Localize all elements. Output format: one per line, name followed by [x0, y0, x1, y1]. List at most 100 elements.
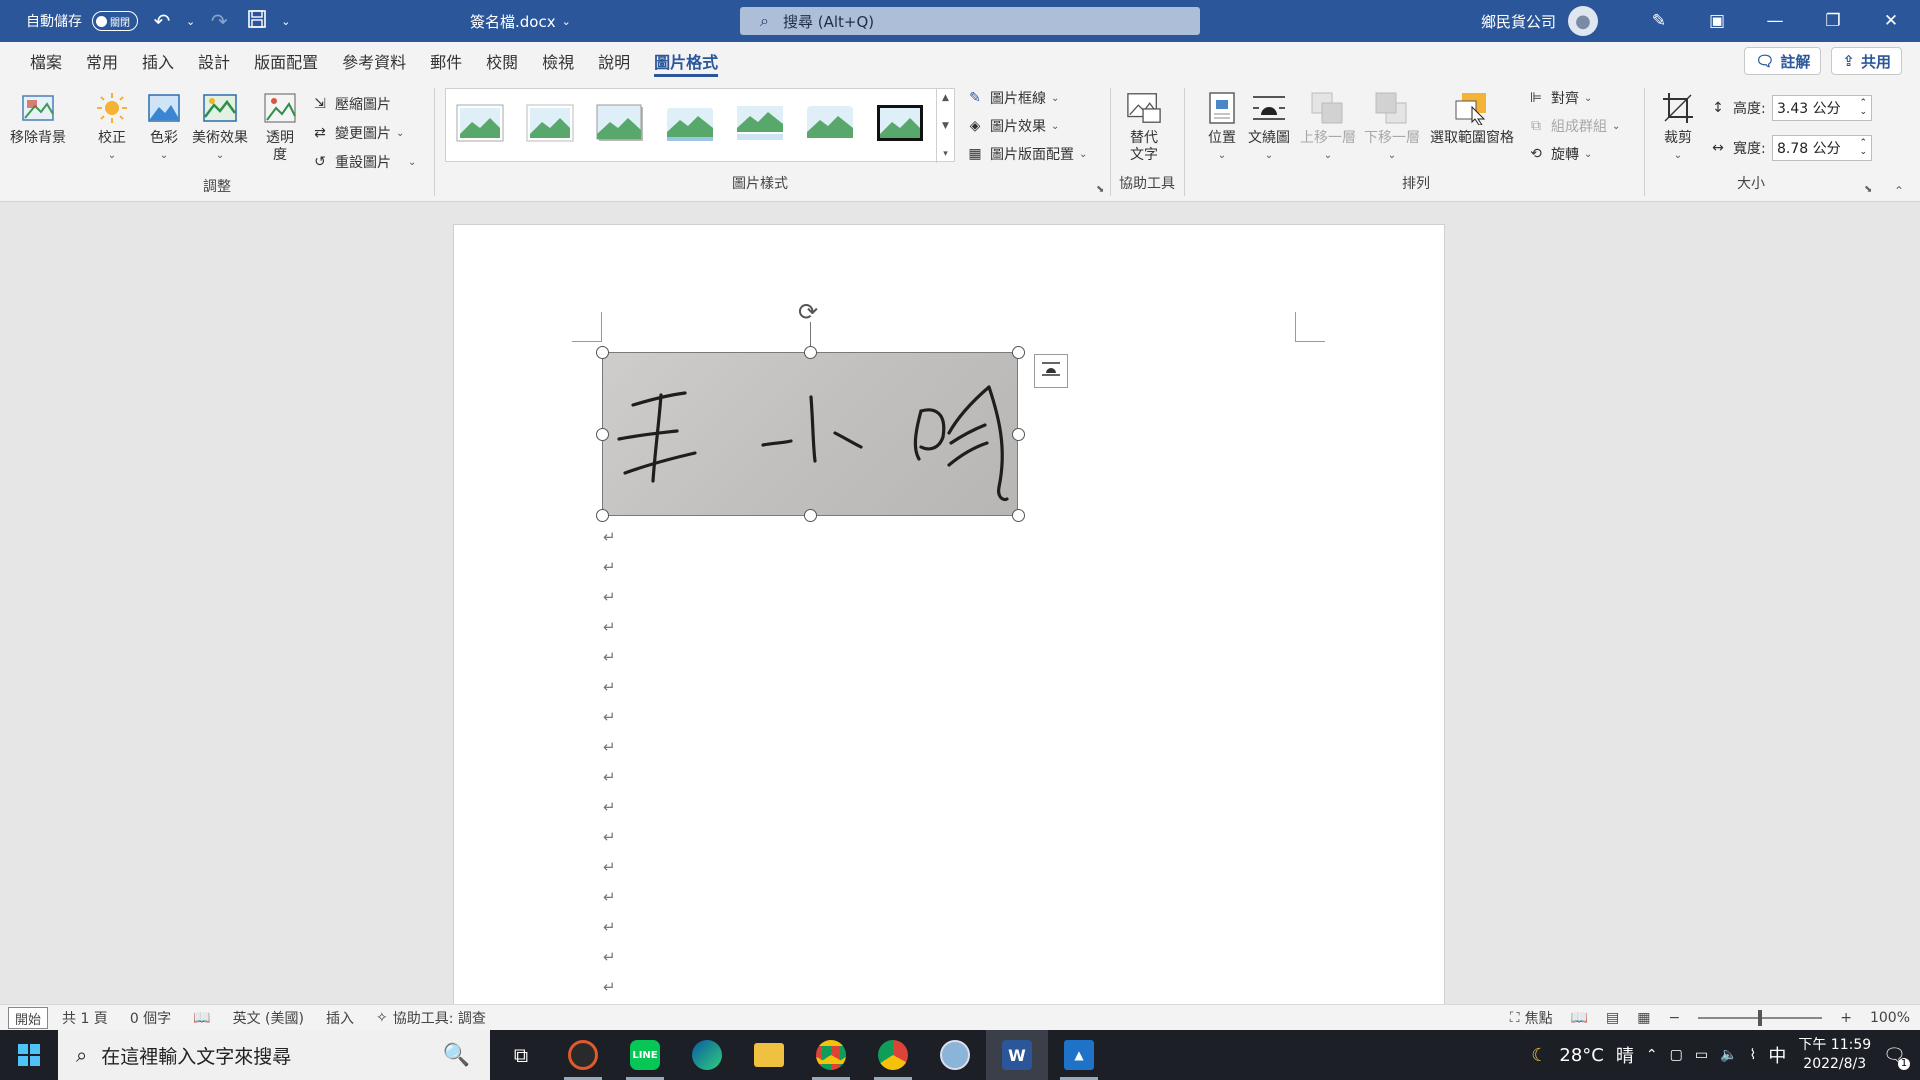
- tab-help[interactable]: 說明: [586, 42, 642, 80]
- signature-image[interactable]: [602, 352, 1018, 516]
- tab-picture-format[interactable]: 圖片格式: [642, 42, 730, 80]
- dialog-launcher-icon[interactable]: ⬊: [1864, 184, 1872, 195]
- tab-design[interactable]: 設計: [186, 42, 242, 80]
- height-field[interactable]: 3.43 公分 ⌃ ⌄: [1772, 95, 1872, 121]
- zoom-out-button[interactable]: −: [1669, 1010, 1681, 1026]
- resize-handle-right[interactable]: [1012, 428, 1025, 441]
- transparency-button[interactable]: 透明 度: [262, 90, 298, 164]
- corrections-button[interactable]: 校正 ⌄: [94, 90, 130, 164]
- bring-forward-button[interactable]: 上移一層 ⌄: [1300, 90, 1356, 164]
- customize-qat-icon[interactable]: ⌄: [281, 15, 290, 28]
- insert-mode[interactable]: 插入: [326, 1008, 354, 1028]
- taskbar-app-file-explorer[interactable]: [738, 1030, 800, 1080]
- picture-border-button[interactable]: ✎ 圖片框線 ⌄: [965, 86, 1059, 110]
- send-backward-button[interactable]: 下移一層 ⌄: [1364, 90, 1420, 164]
- resize-handle-bottom[interactable]: [804, 509, 817, 522]
- undo-icon[interactable]: ↶: [148, 9, 176, 33]
- zoom-in-button[interactable]: +: [1840, 1010, 1852, 1026]
- style-thumb-thick-black[interactable]: [874, 101, 926, 145]
- volume-icon[interactable]: 🔈: [1720, 1047, 1737, 1063]
- tab-home[interactable]: 常用: [74, 42, 130, 80]
- style-thumb-reflected[interactable]: [734, 101, 786, 145]
- collapse-ribbon-icon[interactable]: ⌃: [1894, 184, 1904, 198]
- spinner-icon[interactable]: ⌃ ⌄: [1859, 139, 1867, 157]
- minimize-button[interactable]: —: [1746, 0, 1804, 42]
- dialog-launcher-icon[interactable]: ⬊: [1096, 184, 1104, 195]
- tab-review[interactable]: 校閱: [474, 42, 530, 80]
- weather-text[interactable]: 晴: [1616, 1042, 1634, 1068]
- reset-picture-button[interactable]: ↺ 重設圖片 ⌄: [310, 150, 416, 174]
- artistic-effects-button[interactable]: 美術效果 ⌄: [192, 90, 248, 164]
- chevron-down-icon[interactable]: ▼: [942, 121, 949, 131]
- tab-view[interactable]: 檢視: [530, 42, 586, 80]
- avatar[interactable]: ●: [1568, 6, 1598, 36]
- alt-text-button[interactable]: 替代 文字: [1126, 90, 1162, 164]
- layout-options-button[interactable]: [1034, 354, 1068, 388]
- picture-styles-gallery[interactable]: ▲ ▼ ▾: [445, 88, 955, 163]
- ribbon-display-icon[interactable]: ▣: [1688, 0, 1746, 42]
- print-layout-icon[interactable]: ▤: [1606, 1010, 1619, 1026]
- search-box[interactable]: ⌕ 搜尋 (Alt+Q): [740, 7, 1200, 35]
- taskbar-app-word[interactable]: W: [986, 1030, 1048, 1080]
- crop-button[interactable]: 裁剪 ⌄: [1660, 90, 1696, 164]
- resize-handle-top-right[interactable]: [1012, 346, 1025, 359]
- accessibility-status[interactable]: ✧ 協助工具: 調查: [376, 1008, 486, 1028]
- rotate-handle-icon[interactable]: ⟳: [798, 298, 818, 326]
- remove-background-button[interactable]: 移除背景: [10, 90, 66, 147]
- change-picture-button[interactable]: ⇄ 變更圖片 ⌄: [310, 121, 404, 145]
- tab-mailings[interactable]: 郵件: [418, 42, 474, 80]
- style-thumb-beveled[interactable]: [524, 101, 576, 145]
- wrap-text-button[interactable]: 文繞圖 ⌄: [1248, 90, 1290, 164]
- web-layout-icon[interactable]: ▦: [1637, 1010, 1650, 1026]
- restore-button[interactable]: ❐: [1804, 0, 1862, 42]
- width-field[interactable]: 8.78 公分 ⌃ ⌄: [1772, 135, 1872, 161]
- color-button[interactable]: 色彩 ⌄: [146, 90, 182, 164]
- share-button[interactable]: ⇪ 共用: [1831, 47, 1902, 75]
- task-view-button[interactable]: ⧉: [490, 1030, 552, 1080]
- spinner-icon[interactable]: ⌃ ⌄: [1859, 99, 1867, 117]
- clock[interactable]: 下午 11:59 2022/8/3: [1798, 1036, 1871, 1074]
- account-name[interactable]: 鄉民貨公司: [1481, 11, 1556, 32]
- tab-insert[interactable]: 插入: [130, 42, 186, 80]
- document-title[interactable]: 簽名檔.docx ⌄: [470, 0, 571, 42]
- taskbar-app-line[interactable]: LINE: [614, 1030, 676, 1080]
- zoom-thumb[interactable]: [1758, 1010, 1763, 1026]
- resize-handle-left[interactable]: [596, 428, 609, 441]
- language-status[interactable]: 英文 (美國): [233, 1008, 304, 1028]
- undo-dropdown-icon[interactable]: ⌄: [186, 15, 195, 28]
- chevron-up-icon[interactable]: ▲: [942, 93, 949, 103]
- tab-references[interactable]: 參考資料: [330, 42, 418, 80]
- taskbar-app-chrome[interactable]: [800, 1030, 862, 1080]
- resize-handle-bottom-right[interactable]: [1012, 509, 1025, 522]
- picture-layout-button[interactable]: ▦ 圖片版面配置 ⌄: [965, 142, 1087, 166]
- start-button[interactable]: [0, 1030, 58, 1080]
- notification-icon[interactable]: 🗨 1: [1883, 1045, 1910, 1070]
- word-count[interactable]: 0 個字: [130, 1008, 171, 1028]
- resize-handle-bottom-left[interactable]: [596, 509, 609, 522]
- focus-mode-button[interactable]: ⛶ 焦點: [1510, 1008, 1553, 1028]
- rotate-button[interactable]: ⟲ 旋轉 ⌄: [1526, 142, 1592, 166]
- taskbar-app-globe[interactable]: [924, 1030, 986, 1080]
- chevron-up-icon[interactable]: ⌃: [1646, 1047, 1658, 1063]
- wifi-icon[interactable]: ⌇: [1750, 1047, 1757, 1063]
- proofing-icon[interactable]: 📖: [193, 1010, 210, 1026]
- taskbar-app-chrome-profile[interactable]: [862, 1030, 924, 1080]
- style-thumb-soft-edge[interactable]: [664, 101, 716, 145]
- read-mode-icon[interactable]: 📖: [1571, 1010, 1588, 1026]
- position-button[interactable]: 位置 ⌄: [1204, 90, 1240, 164]
- taskbar-app-edge[interactable]: [676, 1030, 738, 1080]
- gallery-scroll[interactable]: ▲ ▼ ▾: [936, 89, 954, 163]
- pen-icon[interactable]: ✎: [1630, 0, 1688, 42]
- redo-icon[interactable]: ↷: [205, 9, 233, 33]
- close-button[interactable]: ✕: [1862, 0, 1920, 42]
- comments-button[interactable]: 🗨 註解: [1744, 47, 1822, 75]
- zoom-slider[interactable]: [1698, 1010, 1823, 1026]
- resize-handle-top-left[interactable]: [596, 346, 609, 359]
- style-thumb-simple-frame[interactable]: [454, 101, 506, 145]
- selection-pane-button[interactable]: 選取範圍窗格: [1430, 90, 1514, 147]
- save-icon[interactable]: [243, 9, 271, 34]
- tab-file[interactable]: 檔案: [18, 42, 74, 80]
- autosave-toggle[interactable]: 關閉: [92, 11, 138, 31]
- temperature[interactable]: 28°C: [1559, 1045, 1603, 1066]
- taskbar-search[interactable]: ⌕ 在這裡輸入文字來搜尋 🔍: [58, 1030, 490, 1080]
